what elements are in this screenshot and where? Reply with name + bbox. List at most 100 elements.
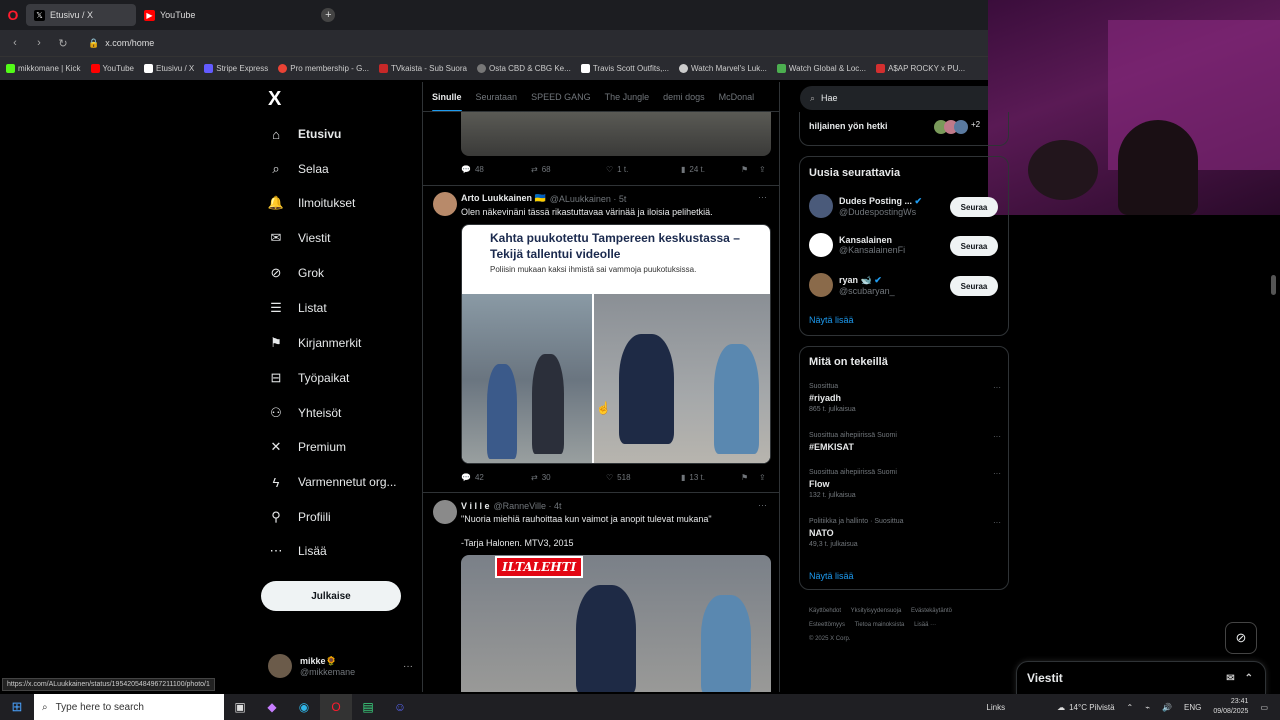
tab-demi-dogs[interactable]: demi dogs: [663, 92, 705, 102]
reply-button[interactable]: 💬 42: [461, 473, 531, 482]
app-icon[interactable]: ▤: [352, 694, 384, 720]
opera-logo-icon[interactable]: O: [0, 0, 26, 30]
trend-item[interactable]: Suosittua #riyadh 865 t. julkaisua ···: [809, 383, 1001, 413]
nav-item-profiili[interactable]: ⚲ Profiili: [268, 509, 330, 525]
avatar[interactable]: [433, 500, 457, 524]
share-icon[interactable]: ⇪: [759, 165, 766, 174]
bookmark-item[interactable]: Osta CBD & CBG Ke...: [477, 64, 571, 73]
nav-item-yhteisot[interactable]: ⚇ Yhteisöt: [268, 405, 341, 421]
discord-icon[interactable]: ☺: [384, 694, 416, 720]
trend-more-icon[interactable]: ···: [993, 432, 1001, 441]
bookmark-item[interactable]: mikkomane | Kick: [6, 64, 81, 73]
tab-sinulle[interactable]: Sinulle: [432, 92, 462, 111]
tweet-more-icon[interactable]: ···: [758, 192, 767, 202]
post-button[interactable]: Julkaise: [261, 581, 401, 611]
tab-etusivu[interactable]: 𝕏 Etusivu / X: [26, 4, 136, 26]
new-message-icon[interactable]: ✉: [1226, 673, 1234, 684]
network-icon[interactable]: ⌁: [1145, 703, 1150, 712]
grok-button[interactable]: ⊘: [1225, 622, 1257, 654]
share-icon[interactable]: ⇪: [759, 473, 766, 482]
nav-item-tyopaikat[interactable]: ⊟ Työpaikat: [268, 370, 350, 386]
bookmark-item[interactable]: Watch Global & Loc...: [776, 64, 866, 73]
links-toolbar[interactable]: Links: [986, 703, 1005, 712]
volume-icon[interactable]: 🔊: [1162, 703, 1172, 712]
nav-item-premium[interactable]: ✕ Premium: [268, 439, 346, 455]
follow-button[interactable]: Seuraa: [950, 197, 998, 217]
search-input[interactable]: ⌕ Hae: [800, 86, 988, 110]
nav-item-varmennetut[interactable]: ϟ Varmennetut org...: [268, 474, 397, 490]
tweet-more-icon[interactable]: ···: [758, 500, 767, 510]
trend-more-icon[interactable]: ···: [993, 518, 1001, 527]
tab-speed-gang[interactable]: SPEED GANG: [531, 92, 591, 102]
show-more-link[interactable]: Näytä lisää: [809, 571, 854, 581]
trend-item[interactable]: Suosittua aihepiirissä Suomi #EMKISAT ··…: [809, 432, 1001, 452]
spaces-panel[interactable]: hiljainen yön hetki +2: [799, 112, 1009, 146]
scrollbar[interactable]: [1271, 275, 1276, 295]
footer-link[interactable]: Yksityisyydensuoja: [851, 608, 902, 614]
tab-youtube[interactable]: ▶ YouTube: [136, 4, 203, 26]
account-switcher[interactable]: mikke🌻 @mikkemane ···: [268, 654, 413, 678]
footer-link[interactable]: Käyttöehdot: [809, 608, 841, 614]
tweet-image-card[interactable]: Kahta puukotettu Tampereen keskustassa –…: [461, 224, 771, 464]
follow-button[interactable]: Seuraa: [950, 276, 998, 296]
footer-link[interactable]: Esteettömyys: [809, 622, 845, 628]
messages-drawer[interactable]: Viestit ✉ ⌃: [1016, 661, 1266, 695]
windows-start-icon[interactable]: ⊞: [0, 694, 34, 720]
taskbar-search[interactable]: ⌕ Type here to search: [34, 694, 224, 720]
forward-icon[interactable]: ›: [32, 37, 46, 49]
weather-widget[interactable]: ☁ 14°C Pilvistä: [1057, 703, 1114, 712]
trend-item[interactable]: Politiikka ja hallinto · Suosittua NATO …: [809, 518, 1001, 548]
reply-button[interactable]: 💬 48: [461, 165, 531, 174]
more-icon[interactable]: ···: [403, 661, 413, 672]
tweet-media[interactable]: [461, 112, 771, 156]
bookmark-button[interactable]: ⚑: [741, 165, 759, 174]
edge-icon[interactable]: ◉: [288, 694, 320, 720]
like-button[interactable]: ♡ 1 t.: [606, 165, 681, 174]
nav-item-selaa[interactable]: ⌕ Selaa: [268, 161, 328, 177]
clock[interactable]: 23:41 09/08/2025: [1213, 697, 1248, 717]
expand-icon[interactable]: ⌃: [1245, 673, 1253, 684]
nav-item-ilmoitukset[interactable]: 🔔 Ilmoitukset: [268, 195, 355, 211]
views-button[interactable]: ▮ 13 t.: [681, 473, 741, 482]
footer-link[interactable]: Evästekäytäntö: [911, 608, 952, 614]
opera-icon[interactable]: O: [320, 694, 352, 720]
tab-mcdonal[interactable]: McDonal: [719, 92, 755, 102]
avatar[interactable]: [433, 192, 457, 216]
app-icon[interactable]: ◆: [256, 694, 288, 720]
bookmark-item[interactable]: YouTube: [90, 64, 134, 73]
nav-item-grok[interactable]: ⊘ Grok: [268, 265, 324, 281]
x-logo-icon[interactable]: X: [268, 88, 281, 111]
nav-item-viestit[interactable]: ✉ Viestit: [268, 230, 331, 246]
like-button[interactable]: ♡ 518: [606, 473, 681, 482]
footer-link[interactable]: Tietoa mainoksista: [855, 622, 905, 628]
trend-item[interactable]: Suosittua aihepiirissä Suomi Flow 132 t.…: [809, 469, 1001, 499]
bookmark-item[interactable]: TVkaista - Sub Suora: [378, 64, 467, 73]
nav-item-lisaa[interactable]: ⋯ Lisää: [268, 543, 327, 559]
follow-button[interactable]: Seuraa: [950, 236, 998, 256]
retweet-button[interactable]: ⇄ 68: [531, 165, 606, 174]
tweet-video[interactable]: ILTALEHTI: [461, 555, 771, 692]
trend-more-icon[interactable]: ···: [993, 383, 1001, 392]
task-view-icon[interactable]: ▣: [224, 694, 256, 720]
bookmark-item[interactable]: Etusivu / X: [143, 64, 194, 73]
reload-icon[interactable]: ↻: [56, 37, 70, 50]
nav-item-etusivu[interactable]: ⌂ Etusivu: [268, 126, 341, 142]
show-more-link[interactable]: Näytä lisää: [809, 315, 854, 325]
bookmark-item[interactable]: Pro membership - G...: [278, 64, 369, 73]
footer-link[interactable]: Lisää ···: [914, 622, 936, 628]
back-icon[interactable]: ‹: [8, 37, 22, 49]
new-tab-button[interactable]: +: [321, 8, 336, 22]
bookmark-item[interactable]: Stripe Express: [204, 64, 268, 73]
tab-seurataan[interactable]: Seurataan: [476, 92, 518, 102]
views-button[interactable]: ▮ 24 t.: [681, 165, 741, 174]
bookmark-item[interactable]: Watch Marvel's Luk...: [678, 64, 767, 73]
trend-more-icon[interactable]: ···: [993, 469, 1001, 478]
url-field[interactable]: 🔒 x.com/home: [88, 38, 154, 49]
author-name[interactable]: V i l l e: [461, 501, 490, 511]
bookmark-button[interactable]: ⚑: [741, 473, 759, 482]
tab-the-jungle[interactable]: The Jungle: [605, 92, 650, 102]
bookmark-item[interactable]: A$AP ROCKY x PU...: [875, 64, 965, 73]
chevron-up-icon[interactable]: ⌃: [1127, 703, 1134, 712]
author-name[interactable]: Arto Luukkainen 🇺🇦: [461, 193, 546, 204]
nav-item-listat[interactable]: ☰ Listat: [268, 300, 327, 316]
